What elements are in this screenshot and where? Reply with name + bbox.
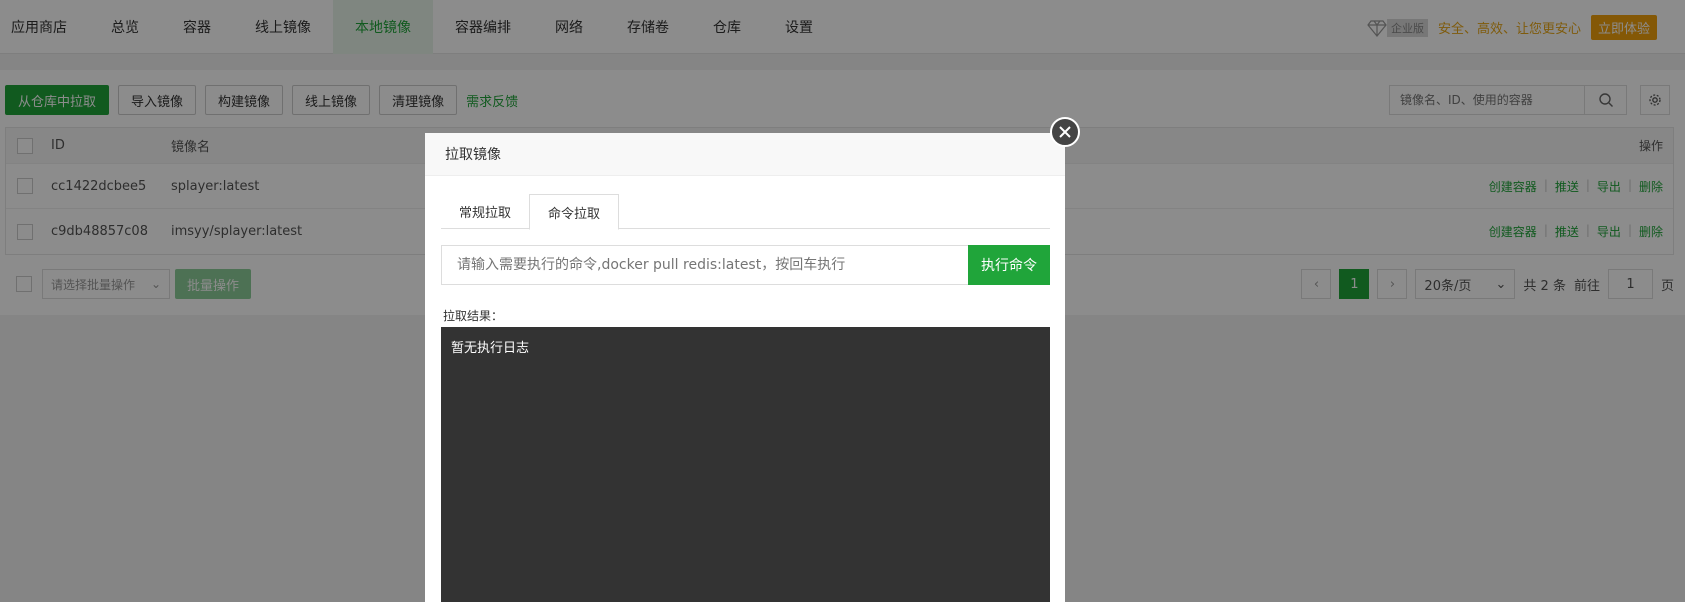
- close-modal-button[interactable]: [1050, 117, 1080, 147]
- modal-tabs: 常规拉取 命令拉取: [441, 194, 1050, 230]
- result-console[interactable]: 暂无执行日志: [441, 327, 1050, 602]
- pull-image-modal: 拉取镜像 常规拉取 命令拉取 执行命令 拉取结果： 暂无执行日志: [425, 133, 1065, 602]
- result-label: 拉取结果：: [443, 309, 504, 323]
- command-row: 执行命令: [441, 245, 1050, 285]
- console-text: 暂无执行日志: [451, 341, 530, 356]
- tab-command-pull[interactable]: 命令拉取: [529, 194, 620, 230]
- modal-title: 拉取镜像: [425, 133, 1065, 176]
- execute-command-button[interactable]: 执行命令: [968, 245, 1050, 285]
- tab-normal-pull[interactable]: 常规拉取: [441, 194, 529, 229]
- close-icon: [1059, 126, 1071, 138]
- command-input[interactable]: [441, 245, 968, 285]
